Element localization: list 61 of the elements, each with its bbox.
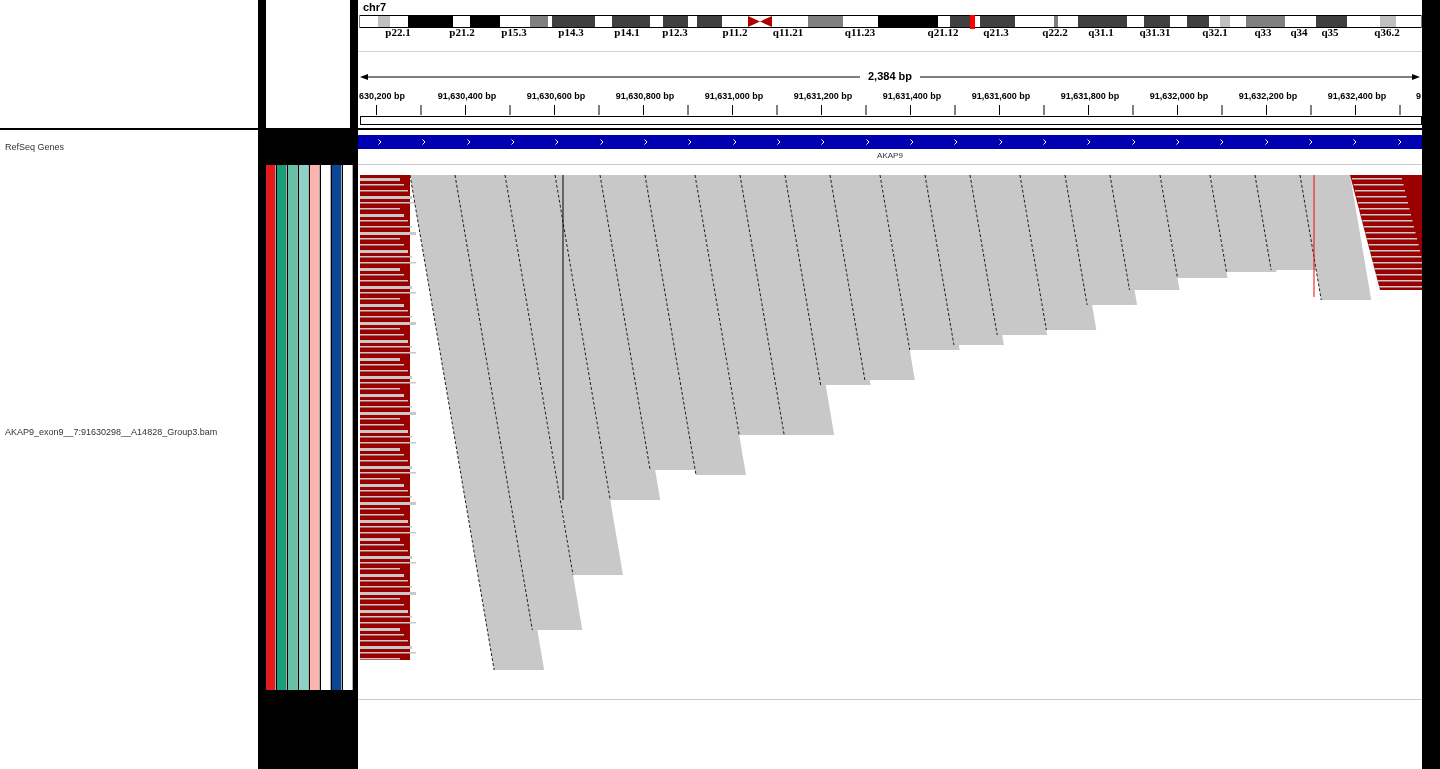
ruler-tick-label: 91,631,000 bp	[704, 92, 764, 101]
chromosome-name: chr7	[363, 1, 388, 14]
ruler-tick-label: 91,631,600 bp	[971, 92, 1031, 101]
ruler-tick-label: 91,630,400 bp	[437, 92, 497, 101]
band-label: q33	[1254, 27, 1272, 38]
strand-chevron-icon	[1264, 139, 1269, 145]
strand-chevron-icon	[777, 139, 782, 145]
band-label: q11.23	[844, 27, 876, 38]
ruler-tick-label: 91,631,800 bp	[1060, 92, 1120, 101]
strand-chevron-icon	[466, 139, 471, 145]
strand-chevron-icon	[998, 139, 1003, 145]
ruler-tick-label: 91,632,400 bp	[1327, 92, 1387, 101]
band-label: q21.3	[983, 27, 1009, 38]
ruler-tick-label: 91,632,000 bp	[1149, 92, 1209, 101]
band-label: p22.1	[385, 27, 411, 38]
band-label: p21.2	[449, 27, 475, 38]
strand-chevron-icon	[954, 139, 959, 145]
strand-chevron-icon	[1131, 139, 1136, 145]
band-label: q36.2	[1374, 27, 1400, 38]
band-label: p15.3	[501, 27, 527, 38]
strand-chevron-icon	[1043, 139, 1048, 145]
band-label: q21.12	[927, 27, 959, 38]
band-label: q34	[1290, 27, 1308, 38]
gene-name: AKAP9	[877, 150, 903, 162]
strand-chevron-icon	[910, 139, 915, 145]
ruler-tick-label: 91,632,200 bp	[1238, 92, 1298, 101]
strand-chevron-icon	[555, 139, 560, 145]
strand-chevron-icon	[511, 139, 516, 145]
track-name: AKAP9_exon9__7:91630298__A14828_Group3.bam	[5, 425, 218, 439]
ruler-tick-label: 91,631,200 bp	[793, 92, 853, 101]
band-label: p12.3	[662, 27, 688, 38]
strand-chevron-icon	[599, 139, 604, 145]
band-label: q32.1	[1202, 27, 1228, 38]
strand-chevron-icon	[688, 139, 693, 145]
ruler-tick-label: 91,631,400 bp	[882, 92, 942, 101]
band-label: q22.2	[1042, 27, 1068, 38]
strand-chevron-icon	[1353, 139, 1358, 145]
strand-chevron-icon	[422, 139, 427, 145]
band-label: q31.1	[1088, 27, 1114, 38]
band-label: p14.1	[614, 27, 640, 38]
strand-chevron-icon	[865, 139, 870, 145]
strand-chevron-icon	[1220, 139, 1225, 145]
strand-chevron-icon	[732, 139, 737, 145]
track-name: RefSeq Genes	[5, 140, 65, 154]
strand-chevron-icon	[1309, 139, 1314, 145]
strand-chevron-icon	[644, 139, 649, 145]
band-label: q31.31	[1139, 27, 1171, 38]
strand-chevron-icon	[1087, 139, 1092, 145]
ruler-tick-label: 630,200 bp	[359, 92, 406, 101]
strand-chevron-icon	[821, 139, 826, 145]
strand-chevron-icon	[1397, 139, 1402, 145]
band-label: q11.21	[772, 27, 804, 38]
band-label: q35	[1321, 27, 1339, 38]
band-label: p14.3	[558, 27, 584, 38]
ruler-tick-label: 91,630,600 bp	[526, 92, 586, 101]
strand-chevron-icon	[378, 139, 383, 145]
ruler-tick-label: 9	[1416, 92, 1421, 101]
band-label: p11.2	[722, 27, 748, 38]
span-label: 2,384 bp	[860, 71, 920, 82]
strand-chevron-icon	[1176, 139, 1181, 145]
ruler-tick-label: 91,630,800 bp	[615, 92, 675, 101]
